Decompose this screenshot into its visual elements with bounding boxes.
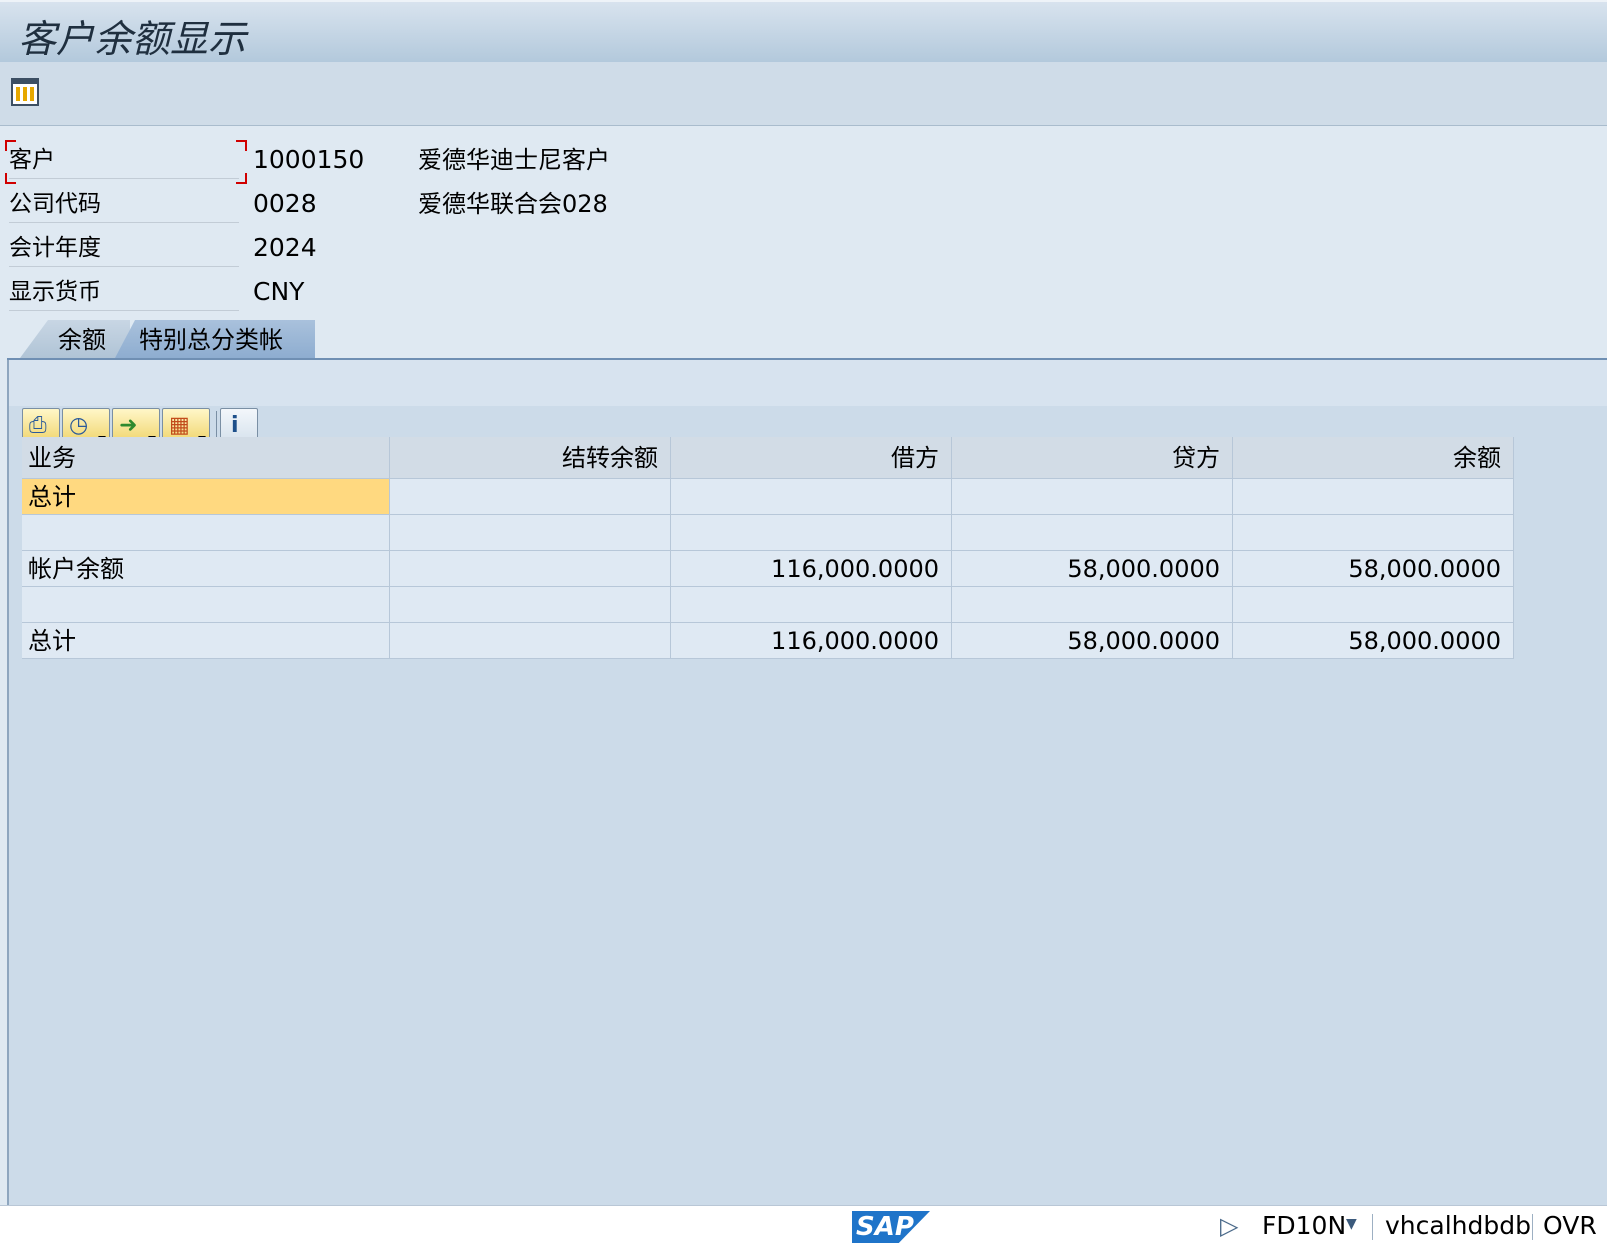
column-header-carryforward[interactable]: 结转余额 [390, 437, 671, 479]
table-cell[interactable] [1233, 479, 1514, 515]
table-cell[interactable]: 58,000.0000 [952, 623, 1233, 659]
table-cell[interactable]: 总计 [22, 623, 390, 659]
transaction-code: FD10N [1262, 1211, 1347, 1240]
table-cell[interactable]: 帐户余额 [22, 551, 390, 587]
fiscal-year-field[interactable]: 2024 [253, 230, 317, 266]
sap-logo: SAP [852, 1211, 930, 1243]
table-cell[interactable] [390, 623, 671, 659]
column-header-debit[interactable]: 借方 [671, 437, 952, 479]
status-expand-icon[interactable]: ▷ [1220, 1212, 1238, 1240]
column-header-credit[interactable]: 贷方 [952, 437, 1233, 479]
table-cell[interactable]: 58,000.0000 [1233, 623, 1514, 659]
table-cell[interactable] [390, 515, 671, 551]
title-bar: 客户余额显示 [0, 0, 1607, 62]
insert-mode[interactable]: OVR [1543, 1211, 1597, 1240]
table-cell[interactable] [22, 515, 390, 551]
table-cell[interactable] [390, 587, 671, 623]
table-cell[interactable]: 58,000.0000 [1233, 551, 1514, 587]
tab-panel-header [9, 360, 1607, 406]
status-separator [1372, 1214, 1373, 1240]
table-cell[interactable] [1233, 587, 1514, 623]
view-icon: ◷ [69, 413, 89, 438]
table-row[interactable]: 总计 [22, 479, 1569, 515]
table-cell[interactable]: 116,000.0000 [671, 551, 952, 587]
table-cell[interactable]: 116,000.0000 [671, 623, 952, 659]
page-title: 客户余额显示 [18, 17, 247, 61]
table-row[interactable] [22, 515, 1569, 551]
info-icon: i [231, 413, 239, 438]
table-cell[interactable] [390, 479, 671, 515]
application-toolbar [0, 62, 1607, 126]
display-currency-label: 显示货币 [9, 274, 239, 311]
customer-field[interactable]: 1000150 [253, 142, 364, 178]
system-host: vhcalhdbdb [1385, 1211, 1531, 1240]
tab-balance-label[interactable]: 余额 [58, 325, 106, 355]
company-code-description: 爱德华联合会028 [418, 190, 608, 218]
table-row[interactable] [22, 587, 1569, 623]
table-cell[interactable] [1233, 515, 1514, 551]
table-cell[interactable] [390, 551, 671, 587]
table-cell[interactable] [952, 587, 1233, 623]
customer-label: 客户 [9, 142, 239, 179]
table-cell[interactable]: 58,000.0000 [952, 551, 1233, 587]
column-header-balance[interactable]: 余额 [1233, 437, 1514, 479]
table-cell[interactable]: 总计 [22, 479, 390, 515]
table-cell[interactable] [952, 479, 1233, 515]
customer-description: 爱德华迪士尼客户 [418, 146, 610, 174]
export-icon: ➜ [119, 413, 138, 438]
print-icon: ⎙ [29, 413, 47, 438]
table-cell[interactable] [952, 515, 1233, 551]
table-cell[interactable] [671, 515, 952, 551]
layout-select-icon: ▦ [169, 413, 190, 438]
column-header-transaction[interactable]: 业务 [22, 437, 390, 479]
chevron-down-icon[interactable]: ▼ [1346, 1216, 1357, 1232]
tab-special-gl-label[interactable]: 特别总分类帐 [139, 325, 283, 355]
table-row[interactable]: 帐户余额 116,000.0000 58,000.0000 58,000.000… [22, 551, 1569, 587]
table-cell[interactable] [22, 587, 390, 623]
table-row[interactable]: 总计 116,000.0000 58,000.0000 58,000.0000 [22, 623, 1569, 659]
table-cell[interactable] [671, 479, 952, 515]
grid-header-row: 业务 结转余额 借方 贷方 余额 [22, 437, 1569, 479]
table-cell[interactable] [671, 587, 952, 623]
company-code-field[interactable]: 0028 [253, 186, 317, 222]
fiscal-year-label: 会计年度 [9, 230, 239, 267]
status-separator [1532, 1214, 1533, 1240]
status-bar: SAP ▷ FD10N ▼ vhcalhdbdb OVR [0, 1205, 1607, 1247]
company-code-label: 公司代码 [9, 186, 239, 223]
display-currency-field[interactable]: CNY [253, 274, 304, 310]
layout-icon[interactable] [11, 78, 39, 106]
